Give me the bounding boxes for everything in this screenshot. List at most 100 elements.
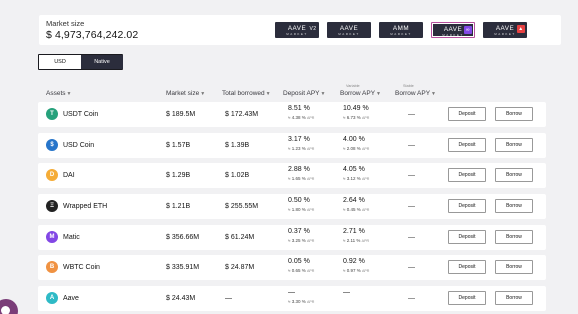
borrow-apy-cell: — — [343, 289, 350, 299]
stable-borrow-apy-cell: — — [408, 295, 415, 302]
deposit-button[interactable]: Deposit — [448, 168, 486, 182]
total-borrowed-cell: $ 172.43M — [225, 111, 259, 118]
deposit-button[interactable]: Deposit — [448, 107, 486, 121]
apr-tag: APR — [361, 239, 370, 243]
deposit-button[interactable]: Deposit — [448, 138, 486, 152]
market-sub: MARKET — [390, 32, 412, 36]
borrow-apr-value: ≈ 0.45 % — [343, 207, 361, 212]
market-label: AAVE — [287, 25, 307, 32]
market-badge-icon: ∞ — [464, 26, 472, 34]
apr-tag: APR — [307, 239, 315, 243]
market-size-cell: $ 24.43M — [166, 295, 196, 302]
deposit-button[interactable]: Deposit — [448, 230, 486, 244]
stable-borrow-apy-cell: — — [408, 203, 415, 210]
col-borrow-apy-variable[interactable]: Variable Borrow APY▼ — [340, 84, 381, 97]
borrow-button[interactable]: Borrow — [495, 199, 533, 213]
table-row[interactable]: D DAI $ 1.29B $ 1.02B 2.88 % ≈ 1.65 % APR 4.05… — [38, 163, 546, 188]
table-row[interactable]: A Aave $ 24.43M — — ≈ 3.30 % APR — — Deposit Bor… — [38, 286, 546, 311]
deposit-apy-value: — — [288, 289, 295, 296]
deposit-button[interactable]: Deposit — [448, 260, 486, 274]
deposit-apr-value: ≈ 1.65 % — [288, 176, 306, 181]
usdc-icon: $ — [46, 139, 58, 151]
wbtc-icon: B — [46, 261, 58, 273]
toggle-usd[interactable]: USD — [39, 55, 81, 69]
variable-caption: Variable — [346, 84, 360, 88]
market-badge-icon: ▲ — [517, 25, 525, 33]
total-borrowed-cell: $ 61.24M — [225, 234, 255, 241]
borrow-button[interactable]: Borrow — [495, 138, 533, 152]
table-row[interactable]: $ USD Coin $ 1.57B $ 1.39B 3.17 % ≈ 1.23 % AP… — [38, 133, 546, 158]
deposit-apy-value: 0.05 % — [288, 258, 310, 265]
deposit-button[interactable]: Deposit — [448, 291, 486, 305]
col-borrow-apy-stable[interactable]: Stable Borrow APY▼ — [395, 84, 436, 97]
deposit-apy-value: 2.88 % — [288, 166, 310, 173]
market-button[interactable]: AMM MARKET — [379, 22, 423, 38]
deposit-apr-value: ≈ 4.38 % — [288, 115, 306, 120]
stable-borrow-apy-cell: — — [408, 142, 415, 149]
deposit-apy-cell: 2.88 % ≈ 1.65 % APR — [288, 166, 314, 181]
stable-borrow-apy-cell: — — [408, 264, 415, 271]
market-button[interactable]: AAVE MARKET V2 — [275, 22, 319, 38]
borrow-button[interactable]: Borrow — [495, 291, 533, 305]
table-row[interactable]: T USDT Coin $ 189.5M $ 172.43M 8.51 % ≈ 4.38 … — [38, 102, 546, 127]
currency-toggle[interactable]: USD Native — [38, 54, 123, 70]
market-label: AAVE — [339, 25, 359, 32]
asset-name: WBTC Coin — [63, 264, 100, 271]
table-row[interactable]: B WBTC Coin $ 335.91M $ 24.87M 0.05 % ≈ 0.65 … — [38, 255, 546, 280]
table-row[interactable]: Ξ Wrapped ETH $ 1.21B $ 255.55M 0.50 % ≈ 1.80… — [38, 194, 546, 219]
deposit-apr-value: ≈ 0.65 % — [288, 268, 306, 273]
market-size-label: Market size — [46, 19, 85, 28]
total-borrowed-cell: $ 1.02B — [225, 172, 250, 179]
apr-tag: APR — [307, 269, 315, 273]
market-label: AAVE — [495, 25, 515, 32]
total-borrowed-cell: $ 24.87M — [225, 264, 255, 271]
borrow-apy-cell: 4.00 % ≈ 2.08 % APR — [343, 136, 369, 151]
borrow-button[interactable]: Borrow — [495, 230, 533, 244]
apr-tag: APR — [362, 116, 370, 120]
col-assets[interactable]: Assets▼ — [46, 90, 71, 97]
total-borrowed-cell: $ 1.39B — [225, 142, 250, 149]
market-size-value: $ 4,973,764,242.02 — [46, 29, 139, 41]
apr-tag: APR — [307, 116, 315, 120]
borrow-apy-value: 2.71 % — [343, 228, 365, 235]
dai-icon: D — [46, 169, 58, 181]
deposit-apy-cell: 0.50 % ≈ 1.80 % APR — [288, 197, 314, 212]
stable-borrow-apy-cell: — — [408, 172, 415, 179]
col-market-size[interactable]: Market size▼ — [166, 90, 205, 97]
apr-tag: APR — [362, 269, 370, 273]
aave-icon: A — [46, 292, 58, 304]
table-row[interactable]: M Matic $ 356.66M $ 61.24M 0.37 % ≈ 3.25 % AP… — [38, 225, 546, 250]
deposit-apr-value: ≈ 3.30 % — [288, 299, 306, 304]
market-label: AAVE — [443, 26, 463, 33]
apr-tag: APR — [362, 208, 370, 212]
asset-name: USD Coin — [63, 142, 95, 149]
deposit-apy-cell: — ≈ 3.30 % APR — [288, 289, 314, 304]
deposit-apy-value: 3.17 % — [288, 136, 310, 143]
col-deposit-apy[interactable]: Deposit APY▼ — [283, 90, 325, 97]
borrow-button[interactable]: Borrow — [495, 168, 533, 182]
market-sub: MARKET — [442, 33, 464, 37]
deposit-apr-value: ≈ 1.80 % — [288, 207, 306, 212]
market-button[interactable]: AAVE MARKET ∞ — [431, 22, 475, 38]
market-button[interactable]: AAVE MARKET — [327, 22, 371, 38]
borrow-apy-value: — — [343, 289, 350, 296]
borrow-apy-value: 2.64 % — [343, 197, 365, 204]
market-size-cell: $ 356.66M — [166, 234, 200, 241]
toggle-native[interactable]: Native — [81, 55, 123, 69]
deposit-apy-cell: 0.37 % ≈ 3.25 % APR — [288, 228, 314, 243]
asset-name: DAI — [63, 172, 75, 179]
borrow-apy-value: 0.92 % — [343, 258, 365, 265]
deposit-apy-value: 0.37 % — [288, 228, 310, 235]
borrow-apy-value: 4.05 % — [343, 166, 365, 173]
market-button[interactable]: AAVE MARKET ▲ — [483, 22, 527, 38]
usdt-icon: T — [46, 108, 58, 120]
col-total-borrowed[interactable]: Total borrowed▼ — [222, 90, 271, 97]
table-header: Assets▼ Market size▼ Total borrowed▼ Dep… — [0, 84, 578, 98]
total-borrowed-cell: — — [225, 295, 232, 302]
borrow-apr-value: ≈ 2.11 % — [343, 238, 361, 243]
deposit-apr-value: ≈ 1.23 % — [288, 146, 306, 151]
borrow-button[interactable]: Borrow — [495, 260, 533, 274]
help-widget-icon[interactable] — [0, 299, 18, 314]
deposit-button[interactable]: Deposit — [448, 199, 486, 213]
borrow-button[interactable]: Borrow — [495, 107, 533, 121]
